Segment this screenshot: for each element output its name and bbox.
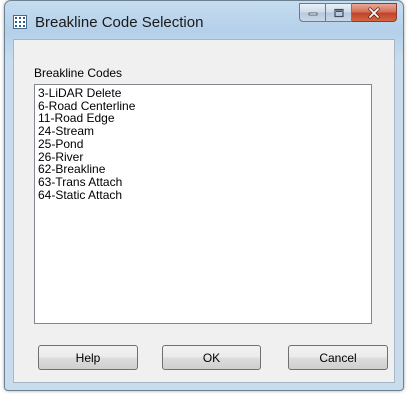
minimize-icon <box>308 12 317 15</box>
dialog-client-area: Breakline Codes 3-LiDAR Delete 6-Road Ce… <box>13 39 395 383</box>
list-item[interactable]: 25-Pond <box>38 138 368 151</box>
close-icon <box>368 7 380 18</box>
help-button[interactable]: Help <box>38 345 138 370</box>
grid-app-icon <box>13 15 27 29</box>
close-button[interactable] <box>352 3 397 22</box>
dialog-window: Breakline Code Selection Breakline Codes… <box>4 0 404 391</box>
minimize-button[interactable] <box>299 3 326 22</box>
window-title: Breakline Code Selection <box>35 14 204 31</box>
maximize-button[interactable] <box>326 3 352 22</box>
list-item[interactable]: 3-LiDAR Delete <box>38 87 368 100</box>
caption-buttons <box>299 3 397 23</box>
title-bar[interactable]: Breakline Code Selection <box>5 1 403 39</box>
list-item[interactable]: 63-Trans Attach <box>38 176 368 189</box>
cancel-button[interactable]: Cancel <box>288 345 388 370</box>
breakline-codes-label: Breakline Codes <box>34 66 123 80</box>
list-item[interactable]: 24-Stream <box>38 125 368 138</box>
breakline-codes-listbox[interactable]: 3-LiDAR Delete 6-Road Centerline 11-Road… <box>34 84 372 324</box>
list-item[interactable]: 64-Static Attach <box>38 188 368 202</box>
maximize-icon <box>333 8 344 17</box>
ok-button[interactable]: OK <box>162 345 261 370</box>
